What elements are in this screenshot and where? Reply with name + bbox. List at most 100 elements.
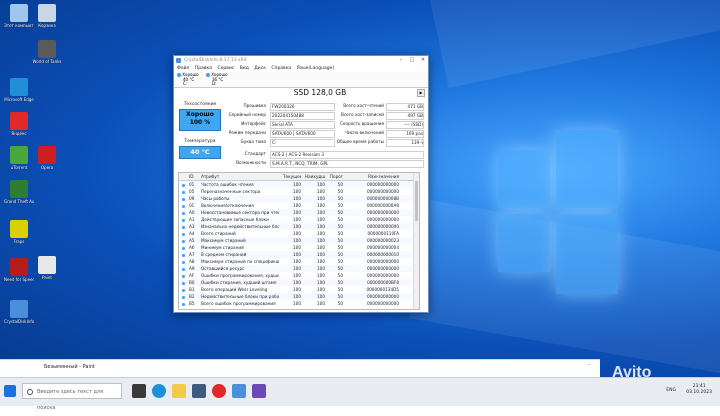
attr-threshold: 50 <box>337 231 343 236</box>
table-row[interactable]: B5 Всего ошибок программирования 100 100 50 0… <box>179 300 419 307</box>
desktop-icon-glyph <box>10 220 28 238</box>
col-id[interactable]: ID <box>189 173 199 180</box>
desktop-icon-glyph <box>38 256 56 274</box>
status-column: Техсостояние Хорошо 100 % Температура 40… <box>177 102 223 159</box>
col-raw[interactable]: Raw-значения <box>349 173 399 180</box>
desktop-icon[interactable]: Fraps <box>4 220 34 244</box>
clock[interactable]: 23:41 03.10.2023 <box>686 384 712 396</box>
menu-language[interactable]: Язык(Language) <box>297 66 335 71</box>
desktop-icon[interactable]: Яндекс <box>4 112 34 136</box>
start-icon[interactable] <box>4 385 16 397</box>
col-worst[interactable]: Наихудш... <box>305 173 325 180</box>
table-row[interactable]: A8 Максимум стираний по спецификации 100 10… <box>179 258 419 265</box>
menu-help[interactable]: Справка <box>271 66 291 71</box>
desktop-icon[interactable]: World of Tanks <box>32 40 62 64</box>
attr-current: 100 <box>293 217 301 222</box>
drive-tab-c[interactable]: Хорошо 40 °C C: <box>177 72 203 86</box>
desktop-icon[interactable]: Корзина <box>32 4 62 28</box>
menu-view[interactable]: Вид <box>240 66 249 71</box>
attr-id: A8 <box>189 259 195 264</box>
attr-id: 01 <box>189 182 195 187</box>
title-bar[interactable]: CrystalDiskInfo 8.17.13 x64 – □ ✕ <box>174 56 428 65</box>
attr-id: 0C <box>189 203 195 208</box>
attr-raw: 000000000000 <box>367 224 399 229</box>
crystaldiskinfo-taskbar-icon[interactable] <box>232 384 246 398</box>
attr-name: Всего ошибок программирования <box>201 301 276 306</box>
search-input[interactable]: Введите здесь текст для поиска <box>22 383 122 411</box>
desktop-icon-label: Opera <box>40 165 54 170</box>
table-row[interactable]: 0C Включения/отключения 100 100 50 0000000000… <box>179 202 419 209</box>
table-scrollbar[interactable] <box>413 173 419 309</box>
desktop-icon-label: Paint <box>42 275 52 280</box>
attr-current: 100 <box>293 182 301 187</box>
task-view-icon[interactable] <box>132 384 146 398</box>
table-row[interactable]: AF Ошибки программирования, худший шта...… <box>179 272 419 279</box>
app-icon <box>176 58 181 63</box>
desktop-icon[interactable]: Opera <box>32 146 62 170</box>
status-dot-icon <box>182 300 186 307</box>
col-current[interactable]: Текущее <box>283 173 301 180</box>
scrollbar-thumb[interactable] <box>415 181 418 221</box>
attr-id: A4 <box>189 231 195 236</box>
status-dot-icon <box>182 265 186 272</box>
table-row[interactable]: B1 Всего операций Wear Leveling 100 100 50 00… <box>179 286 419 293</box>
attr-worst: 100 <box>317 280 325 285</box>
table-row[interactable]: A7 В среднем стираний 100 100 50 000000000010 <box>179 251 419 258</box>
attr-name: Оставшийся ресурс <box>201 266 245 271</box>
language-indicator[interactable]: ENG <box>666 388 676 393</box>
smart-table: ID Атрибут Текущее Наихудш... Порог Raw-… <box>178 172 420 310</box>
table-row[interactable]: 05 Переназначенные сектора 100 100 50 0000000… <box>179 188 419 195</box>
attr-worst: 100 <box>317 287 325 292</box>
table-row[interactable]: A3 Изначально недействительные блоки 100 10… <box>179 223 419 230</box>
desktop-icon[interactable]: Grand Theft Auto V <box>4 180 34 204</box>
temperature-box[interactable]: 40 °C <box>179 146 221 159</box>
store-icon[interactable] <box>192 384 206 398</box>
desktop-icon[interactable]: Need for Speed <box>4 258 34 282</box>
paint-minimize-icon[interactable]: – <box>588 362 591 368</box>
close-icon[interactable]: ✕ <box>418 56 428 65</box>
table-row[interactable]: B2 Недействительные блоки при работе 100 10… <box>179 293 419 300</box>
attr-worst: 100 <box>317 182 325 187</box>
col-attribute[interactable]: Атрибут <box>201 173 279 180</box>
desktop-icon[interactable]: Microsoft Edge <box>4 78 34 102</box>
desktop-icon[interactable]: uTorrent <box>4 146 34 170</box>
attr-worst: 100 <box>317 273 325 278</box>
desktop-icon[interactable]: Этот компьютер <box>4 4 34 28</box>
table-row[interactable]: A4 Всего стираний 100 100 50 0000000110FA <box>179 230 419 237</box>
paint-title[interactable]: Безымянный - Paint <box>44 364 95 370</box>
maximize-icon[interactable]: □ <box>407 56 417 65</box>
features-value: S.M.A.R.T., NCQ, TRIM, GPL <box>270 160 424 168</box>
table-row[interactable]: A0 Невосстановимые сектора при чтении/за.… <box>179 209 419 216</box>
attr-threshold: 50 <box>337 287 343 292</box>
menu-service[interactable]: Сервис <box>217 66 234 71</box>
next-disk-icon[interactable]: ▶ <box>417 89 425 97</box>
menu-disk[interactable]: Диск <box>254 66 266 71</box>
standard-value: ACS-2 | ACS-2 Revision 3 <box>270 151 424 159</box>
col-threshold[interactable]: Порог <box>329 173 343 180</box>
explorer-icon[interactable] <box>172 384 186 398</box>
health-status-box[interactable]: Хорошо 100 % <box>179 109 221 131</box>
attr-current: 100 <box>293 224 301 229</box>
health-value: Хорошо <box>186 111 214 118</box>
status-dot-icon <box>182 216 186 223</box>
table-row[interactable]: A5 Максимум стираний 100 100 50 000000000023 <box>179 237 419 244</box>
attr-current: 100 <box>293 273 301 278</box>
desktop-icon[interactable]: Paint <box>32 256 62 280</box>
table-row[interactable]: B0 Ошибки стирания, худший штамп 100 100 50 0… <box>179 279 419 286</box>
desktop-icon[interactable]: CrystalDiskInfo <box>4 300 34 324</box>
attr-worst: 100 <box>317 252 325 257</box>
paint-taskbar-icon[interactable] <box>252 384 266 398</box>
table-row[interactable]: A6 Минимум стираний 100 100 50 000000000004 <box>179 244 419 251</box>
table-row[interactable]: A9 Оставшийся ресурс 100 100 50 000000000000 <box>179 265 419 272</box>
yandex-icon[interactable] <box>212 384 226 398</box>
taskbar: Введите здесь текст для поиска ENG 23:41… <box>0 377 720 411</box>
edge-icon[interactable] <box>152 384 166 398</box>
table-row[interactable]: 09 Часы работы 100 100 50 00000000008B <box>179 195 419 202</box>
drive-tab-d[interactable]: Хорошо 36 °C D: <box>206 72 232 86</box>
writes-label: Всего хост-записей <box>341 112 384 117</box>
minimize-icon[interactable]: – <box>396 56 406 65</box>
menu-edit[interactable]: Правка <box>195 66 212 71</box>
table-row[interactable]: 01 Частота ошибок чтения 100 100 50 000000000… <box>179 181 419 188</box>
menu-file[interactable]: Файл <box>177 66 189 71</box>
table-row[interactable]: A1 Действующие запасные блоки 100 100 50 0000… <box>179 216 419 223</box>
